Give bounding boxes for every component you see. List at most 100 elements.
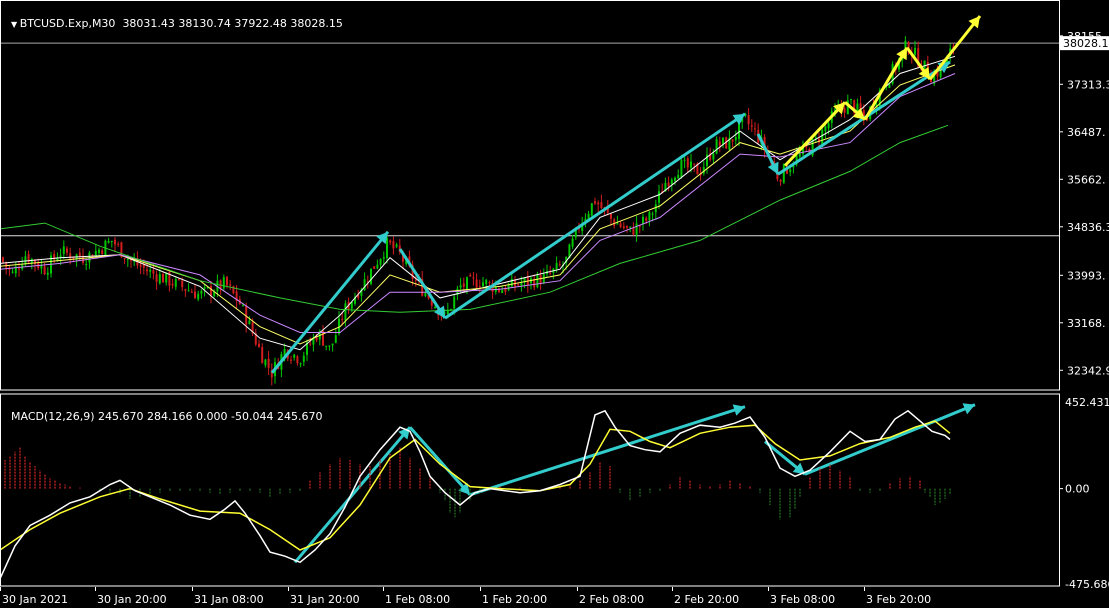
candle-body	[344, 303, 347, 321]
candle-body	[824, 126, 827, 132]
price-tick-label: 33993.	[1067, 269, 1106, 282]
candle-body	[171, 283, 174, 286]
candle-body	[670, 179, 673, 184]
candle-body	[590, 203, 593, 216]
symbol-label: BTCUSD.Exp,M30	[19, 17, 116, 30]
candle-body	[328, 345, 331, 347]
candle-body	[645, 218, 648, 221]
candle-body	[149, 269, 152, 272]
candle-body	[162, 274, 164, 283]
candle-body	[184, 289, 187, 291]
candle-body	[923, 60, 926, 69]
price-tick-label: 37313.3	[1067, 78, 1109, 91]
candle-body	[754, 128, 756, 130]
candle-body	[501, 290, 504, 294]
candle-body	[789, 169, 792, 173]
candle-body	[632, 227, 635, 235]
candle-body	[110, 240, 113, 242]
price-tick-label: 33168.	[1067, 317, 1106, 330]
symbol-header: ▼ BTCUSD.Exp,M30 38031.43 38130.74 37922…	[4, 4, 343, 30]
price-tick-label: 32342.9	[1067, 364, 1109, 377]
candle-body	[520, 283, 523, 286]
candle-body	[558, 264, 561, 266]
candle-body	[226, 276, 228, 286]
current-price-label: 38028.1	[1063, 37, 1109, 50]
candle-body	[59, 255, 62, 258]
candle-body	[466, 277, 468, 290]
candle-body	[376, 264, 379, 269]
dropdown-arrow-icon[interactable]: ▼	[11, 20, 20, 29]
candle-body	[459, 285, 462, 288]
candle-body	[622, 226, 625, 229]
candle-body	[114, 239, 116, 245]
candle-body	[850, 99, 852, 101]
candle-body	[658, 191, 660, 203]
candle-body	[334, 335, 337, 343]
time-tick-label: 3 Feb 08:00	[770, 593, 835, 606]
macd-label: MACD(12,26,9) 245.670 284.166 0.000 -50.…	[11, 410, 323, 423]
macd-header: MACD(12,26,9) 245.670 284.166 0.000 -50.…	[4, 397, 322, 423]
candle-body	[488, 282, 491, 284]
candle-body	[424, 293, 427, 297]
candle-body	[674, 177, 676, 181]
candle-body	[747, 115, 750, 125]
candle-body	[2, 257, 4, 263]
time-tick-label: 1 Feb 08:00	[385, 593, 450, 606]
candle-body	[629, 226, 632, 228]
candle-body	[395, 244, 398, 247]
candle-body	[472, 277, 475, 279]
candle-body	[686, 158, 689, 168]
time-tick-label: 31 Jan 08:00	[194, 593, 264, 606]
candle-body	[469, 275, 472, 277]
candle-body	[66, 248, 68, 253]
candle-body	[107, 240, 110, 243]
time-tick-label: 31 Jan 20:00	[290, 593, 360, 606]
candle-body	[309, 343, 312, 345]
price-tick-label: 34836.3	[1067, 221, 1109, 234]
candle-body	[510, 278, 513, 287]
candle-body	[715, 139, 718, 154]
chart-background	[0, 0, 1109, 608]
candle-body	[651, 213, 654, 215]
candle-body	[203, 287, 206, 289]
candle-body	[680, 160, 683, 178]
candle-body	[731, 139, 734, 142]
candle-body	[331, 343, 334, 346]
time-tick-label: 30 Jan 20:00	[97, 593, 167, 606]
candle-body	[734, 137, 737, 141]
candle-body	[174, 278, 177, 287]
candle-body	[155, 274, 158, 282]
candle-body	[610, 213, 612, 219]
candle-body	[158, 274, 161, 284]
candle-body	[462, 283, 465, 287]
ohlc-values: 38031.43 38130.74 37922.48 38028.15	[122, 17, 343, 30]
candle-body	[693, 163, 696, 165]
time-tick-label: 30 Jan 2021	[2, 593, 68, 606]
candle-body	[690, 161, 692, 168]
candle-body	[571, 238, 574, 247]
candle-body	[600, 202, 603, 209]
candle-body	[181, 280, 184, 288]
candle-body	[648, 212, 651, 221]
candle-body	[293, 354, 296, 358]
candle-body	[392, 241, 395, 249]
candle-body	[827, 123, 830, 129]
candle-body	[386, 238, 388, 259]
candle-body	[555, 263, 558, 270]
candle-body	[370, 268, 372, 284]
candle-body	[667, 182, 670, 187]
time-tick-label: 2 Feb 08:00	[579, 593, 644, 606]
candle-body	[718, 141, 721, 146]
candle-body	[126, 258, 129, 260]
candle-body	[46, 272, 49, 275]
candle-body	[62, 246, 65, 254]
candle-body	[485, 279, 488, 284]
macd-tick-label: 452.431	[1065, 396, 1109, 409]
candle-body	[619, 223, 622, 228]
candle-body	[299, 363, 302, 365]
candle-body	[779, 179, 782, 182]
time-tick-label: 1 Feb 20:00	[482, 593, 547, 606]
candle-body	[139, 264, 142, 267]
chart-canvas: 38155.37313.336487.35662.34836.333993.33…	[0, 0, 1109, 608]
candle-body	[434, 307, 436, 309]
